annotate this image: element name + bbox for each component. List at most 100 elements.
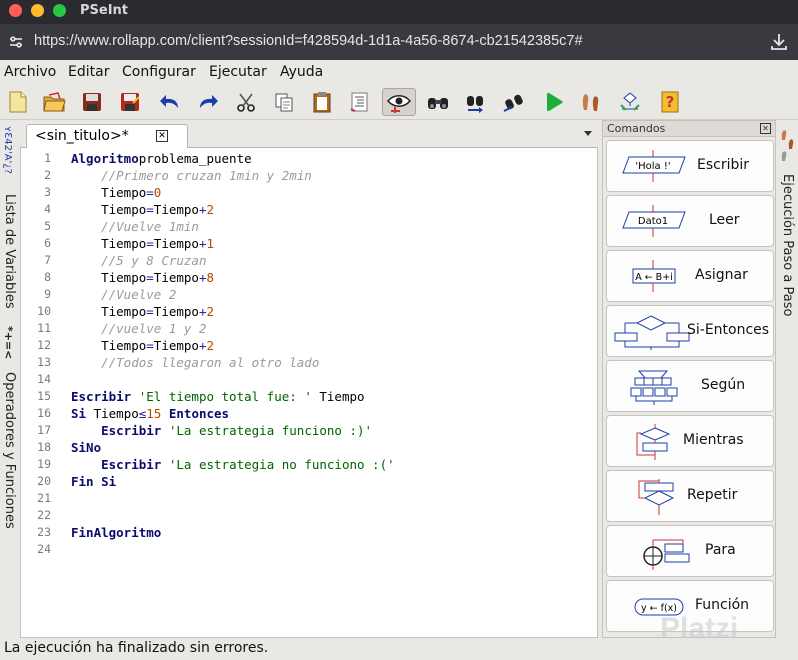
line-number: 13 bbox=[37, 355, 51, 369]
zoom-window-button[interactable] bbox=[53, 4, 66, 17]
line-code: Tiempo=0 bbox=[71, 185, 162, 200]
if-then-icon bbox=[614, 315, 690, 350]
tab-ejecucion-paso-a-paso[interactable]: Ejecución Paso a Paso bbox=[780, 174, 795, 316]
help-icon[interactable]: ? bbox=[656, 88, 684, 116]
tab-sin-titulo[interactable]: <sin_titulo>* ✕ bbox=[26, 124, 188, 149]
svg-text:?: ? bbox=[666, 93, 675, 111]
line-number: 10 bbox=[37, 304, 51, 318]
line-number: 15 bbox=[37, 389, 51, 403]
left-side-tabs: ʏƐ42'A'¿? Lista de Variables *+=< Operad… bbox=[0, 120, 20, 638]
close-tab-icon[interactable]: ✕ bbox=[156, 130, 168, 142]
variables-tab-glyph: ʏƐ42'A'¿? bbox=[2, 126, 13, 174]
para-button[interactable]: Para bbox=[606, 525, 774, 577]
line-number: 20 bbox=[37, 474, 51, 488]
si-entonces-label: Si-Entonces bbox=[687, 322, 770, 338]
menu-bar: Archivo Editar Configurar Ejecutar Ayuda bbox=[0, 60, 798, 84]
line-number: 22 bbox=[37, 508, 51, 522]
leer-button[interactable]: Dato1 Leer bbox=[606, 195, 774, 247]
line-number: 19 bbox=[37, 457, 51, 471]
code-editor[interactable]: 1 Algoritmoproblema_puente 2 //Primero cru… bbox=[20, 148, 598, 638]
line-code: Tiempo=Tiempo+2 bbox=[71, 304, 215, 319]
line-code: Tiempo=Tiempo+2 bbox=[71, 202, 215, 217]
step-by-step-eye-icon[interactable] bbox=[382, 88, 416, 116]
segun-button[interactable]: Según bbox=[606, 360, 774, 412]
copy-icon[interactable] bbox=[270, 88, 298, 116]
escribir-button[interactable]: 'Hola !' Escribir bbox=[606, 140, 774, 192]
asignar-button[interactable]: A ← B+i Asignar bbox=[606, 250, 774, 302]
editor-tab-bar: <sin_titulo>* ✕ bbox=[20, 122, 598, 149]
line-number: 23 bbox=[37, 525, 51, 539]
operators-tab-glyph: *+=< bbox=[2, 326, 15, 360]
segun-label: Según bbox=[701, 377, 746, 393]
find-replace-icon[interactable] bbox=[462, 88, 490, 116]
line-number: 12 bbox=[37, 338, 51, 352]
line-code: Escribir 'La estrategia funciono :)' bbox=[101, 423, 373, 438]
open-file-icon[interactable] bbox=[40, 88, 68, 116]
line-number: 7 bbox=[44, 253, 51, 267]
paste-icon[interactable] bbox=[308, 88, 336, 116]
menu-archivo[interactable]: Archivo bbox=[4, 64, 56, 80]
edit-tools-icon[interactable] bbox=[500, 88, 528, 116]
line-number: 1 bbox=[44, 151, 51, 165]
line-code: Tiempo=Tiempo+8 bbox=[71, 270, 215, 285]
undo-icon[interactable] bbox=[156, 88, 184, 116]
write-icon: 'Hola !' bbox=[622, 150, 686, 182]
line-number: 24 bbox=[37, 542, 51, 556]
flowchart-icon[interactable] bbox=[616, 88, 644, 116]
commands-panel-title: Comandos bbox=[607, 122, 666, 135]
assign-icon: A ← B+i bbox=[632, 260, 676, 292]
menu-editar[interactable]: Editar bbox=[68, 64, 109, 80]
window-title: PSeInt bbox=[80, 3, 129, 18]
asignar-icon-text: A ← B+i bbox=[635, 272, 673, 283]
toolbar: ? bbox=[0, 84, 798, 120]
minimize-window-button[interactable] bbox=[31, 4, 44, 17]
run-icon[interactable] bbox=[540, 88, 568, 116]
line-code: Si Tiempo≤15 Entonces bbox=[71, 406, 230, 421]
tab-operadores-y-funciones[interactable]: Operadores y Funciones bbox=[2, 372, 17, 529]
line-code: //Vuelve 2 bbox=[101, 287, 177, 302]
cut-icon[interactable] bbox=[232, 88, 260, 116]
menu-ayuda[interactable]: Ayuda bbox=[280, 64, 323, 80]
line-number: 8 bbox=[44, 270, 51, 284]
new-file-icon[interactable] bbox=[4, 88, 32, 116]
line-number: 21 bbox=[37, 491, 51, 505]
commands-panel: Comandos ✕ 'Hola !' Escribir Dato1 Leer … bbox=[602, 120, 776, 638]
si-entonces-button[interactable]: Si-Entonces bbox=[606, 305, 774, 357]
leer-icon-text: Dato1 bbox=[638, 216, 668, 227]
line-number: 18 bbox=[37, 440, 51, 454]
right-side-tabs: Ejecución Paso a Paso bbox=[778, 120, 798, 638]
funcion-label: Función bbox=[695, 597, 750, 613]
save-as-icon[interactable] bbox=[116, 88, 144, 116]
url-text[interactable]: https://www.rollapp.com/client?sessionId… bbox=[34, 33, 583, 49]
line-code: //5 y 8 Cruzan bbox=[101, 253, 207, 268]
status-message: La ejecución ha finalizado sin errores. bbox=[4, 640, 269, 656]
indent-icon[interactable] bbox=[346, 88, 374, 116]
mientras-button[interactable]: Mientras bbox=[606, 415, 774, 467]
find-icon[interactable] bbox=[424, 88, 452, 116]
tab-list-dropdown-icon[interactable] bbox=[584, 131, 592, 136]
download-icon[interactable] bbox=[768, 31, 790, 53]
leer-label: Leer bbox=[709, 212, 740, 228]
save-icon[interactable] bbox=[78, 88, 106, 116]
escribir-label: Escribir bbox=[697, 157, 750, 173]
repeat-icon bbox=[638, 479, 675, 515]
tab-lista-de-variables[interactable]: Lista de Variables bbox=[2, 194, 17, 309]
close-window-button[interactable] bbox=[9, 4, 22, 17]
commands-panel-header: Comandos ✕ bbox=[603, 121, 775, 137]
line-code: Escribir 'El tiempo total fue: ' Tiempo bbox=[71, 389, 365, 404]
repetir-button[interactable]: Repetir bbox=[606, 470, 774, 522]
step-icon[interactable] bbox=[578, 88, 606, 116]
close-panel-icon[interactable]: ✕ bbox=[760, 123, 771, 134]
line-code: Algoritmoproblema_puente bbox=[71, 151, 252, 166]
menu-ejecutar[interactable]: Ejecutar bbox=[209, 64, 267, 80]
line-number: 2 bbox=[44, 168, 51, 182]
redo-icon[interactable] bbox=[194, 88, 222, 116]
site-settings-icon[interactable] bbox=[8, 34, 24, 50]
line-code: FinAlgoritmo bbox=[71, 525, 162, 540]
menu-configurar[interactable]: Configurar bbox=[122, 64, 196, 80]
asignar-label: Asignar bbox=[695, 267, 748, 283]
para-label: Para bbox=[705, 542, 736, 558]
line-code: //Todos llegaron al otro lado bbox=[101, 355, 320, 370]
for-icon bbox=[643, 539, 690, 570]
line-number: 14 bbox=[37, 372, 51, 386]
